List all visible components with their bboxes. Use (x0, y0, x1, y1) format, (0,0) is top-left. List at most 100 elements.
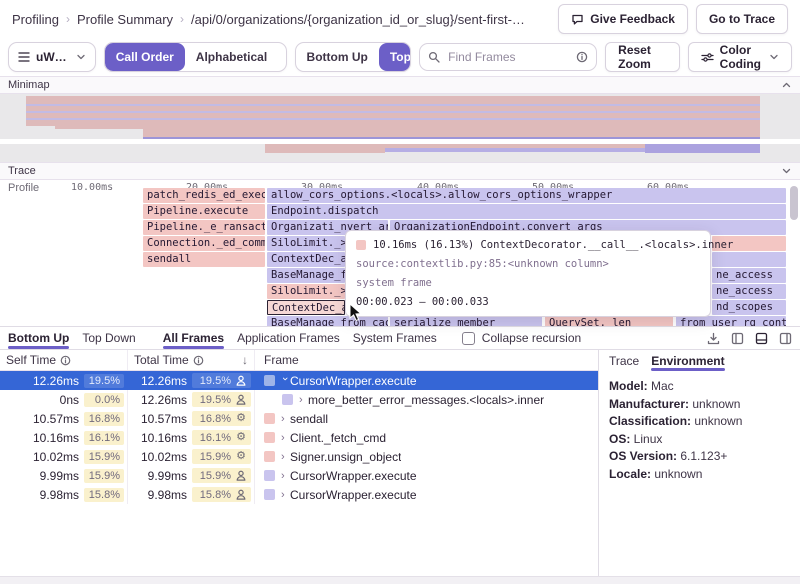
reset-zoom-button[interactable]: Reset Zoom (605, 42, 679, 72)
tab-trace[interactable]: Trace (609, 350, 639, 371)
chevron-down-icon[interactable] (781, 167, 792, 175)
minimap-shape (265, 144, 385, 153)
flame-frame[interactable]: Endpoint.dispatch (267, 204, 786, 219)
detail-label: OS: (609, 432, 630, 446)
total-time-percent: 15.8% (195, 489, 231, 501)
top-bar: Profiling › Profile Summary › /api/0/org… (0, 0, 800, 38)
search-input[interactable] (446, 49, 570, 65)
frame-name: Signer.unsign_object (290, 450, 401, 464)
expand-caret-icon[interactable]: › (281, 432, 290, 444)
flame-frame[interactable]: sendall (143, 252, 265, 267)
detail-label: Classification: (609, 414, 691, 428)
frame-tooltip: 10.16ms (16.13%) ContextDecorator.__call… (345, 230, 711, 317)
sort-left-heavy[interactable]: Left Heavy (278, 43, 286, 71)
info-icon (576, 51, 588, 63)
table-row[interactable]: 10.57ms16.8%10.57ms16.8%⚙›sendall (0, 409, 598, 428)
tab-environment[interactable]: Environment (651, 350, 724, 371)
tab-top-down[interactable]: Top Down (82, 327, 135, 349)
total-time-percent-group: 16.1%⚙ (192, 430, 251, 445)
flame-frame[interactable]: nd_scopes (712, 300, 786, 315)
download-icon[interactable] (707, 332, 720, 345)
self-time-percent: 16.8% (84, 412, 124, 426)
frame-color-swatch (264, 489, 275, 500)
total-time-percent-group: 15.8% (192, 487, 251, 502)
flame-frame[interactable]: Pipeline._e_ransaction (143, 220, 265, 235)
direction-top-down[interactable]: Top Down (379, 43, 411, 71)
flame-frame[interactable]: allow_cors_options.<locals>.allow_cors_o… (267, 188, 786, 203)
flame-frame[interactable] (712, 252, 786, 267)
table-row[interactable]: 10.02ms15.9%10.02ms15.9%⚙›Signer.unsign_… (0, 447, 598, 466)
minimap-canvas[interactable] (0, 94, 800, 162)
self-time-value: 12.26ms (33, 374, 79, 388)
color-coding-label: Color Coding (720, 43, 763, 71)
chevron-up-icon[interactable] (781, 81, 792, 89)
cell-frame: ›CursorWrapper.execute (255, 466, 598, 485)
feedback-icon (571, 13, 584, 26)
collapse-recursion-control[interactable]: Collapse recursion (462, 331, 581, 345)
flame-frame[interactable]: serialize_member (390, 316, 542, 326)
flame-frame[interactable]: ContextDec_als>.i (267, 252, 345, 267)
tooltip-system-frame-note: system frame (356, 277, 700, 289)
table-row[interactable]: 10.16ms16.1%10.16ms16.1%⚙›Client._fetch_… (0, 428, 598, 447)
tab-bottom-up[interactable]: Bottom Up (8, 327, 69, 349)
table-row[interactable]: 12.26ms19.5%12.26ms19.5%›CursorWrapper.e… (0, 371, 598, 390)
flame-frame[interactable]: BaseManage_from_cache (267, 316, 388, 326)
flame-frame[interactable]: SiloLimit._>.over (267, 284, 345, 299)
collapse-caret-icon[interactable]: › (279, 376, 291, 385)
flame-frame[interactable]: ne_access (712, 268, 786, 283)
thread-selector[interactable]: uWSGIWor… (8, 42, 96, 72)
sort-direction-icon[interactable]: ↓ (242, 353, 248, 367)
minimap-header[interactable]: Minimap (0, 76, 800, 94)
flame-frame[interactable]: Connection._ed_command (143, 236, 265, 251)
horizontal-scrollbar[interactable] (0, 576, 800, 584)
sort-call-order[interactable]: Call Order (105, 43, 185, 71)
cell-total-time: 9.99ms15.9% (128, 466, 255, 485)
tab-all-frames[interactable]: All Frames (163, 327, 224, 349)
collapse-recursion-checkbox[interactable] (462, 332, 475, 345)
application-frame-icon (234, 374, 248, 387)
flame-frame[interactable]: SiloLimit._>.over (267, 236, 345, 251)
table-row[interactable]: 9.98ms15.8%9.98ms15.8%›CursorWrapper.exe… (0, 485, 598, 504)
flamegraph-scrollbar[interactable] (790, 186, 798, 220)
layout-right-panel-icon[interactable] (779, 332, 792, 345)
expand-caret-icon[interactable]: › (281, 451, 290, 463)
bottom-panel: Bottom Up Top Down All Frames Applicatio… (0, 326, 800, 584)
flame-frame[interactable]: patch_redis_ed_execute (143, 188, 265, 203)
layout-bottom-panel-icon[interactable] (755, 332, 768, 345)
column-header-frame[interactable]: Frame (255, 350, 598, 370)
expand-caret-icon[interactable]: › (281, 413, 290, 425)
flame-frame[interactable]: BaseManage_from_c (267, 268, 345, 283)
minimap-shape (645, 144, 760, 153)
expand-caret-icon[interactable]: › (299, 394, 308, 406)
flame-frame[interactable]: from_user_rq_context (676, 316, 786, 326)
breadcrumb-transaction: /api/0/organizations/{organization_id_or… (191, 12, 525, 27)
layout-left-panel-icon[interactable] (731, 332, 744, 345)
flame-frame[interactable]: Pipeline.execute (143, 204, 265, 219)
breadcrumb-profile-summary[interactable]: Profile Summary (77, 12, 173, 27)
column-header-total-time[interactable]: Total Time ↓ (128, 350, 255, 370)
top-actions: Give Feedback Go to Trace (558, 4, 788, 34)
sort-alphabetical[interactable]: Alphabetical (185, 43, 278, 71)
trace-header[interactable]: Trace (0, 162, 800, 180)
table-row[interactable]: 9.99ms15.9%9.99ms15.9%›CursorWrapper.exe… (0, 466, 598, 485)
tab-application-frames[interactable]: Application Frames (237, 327, 340, 349)
cell-total-time: 12.26ms19.5% (128, 371, 255, 390)
breadcrumb-profiling[interactable]: Profiling (12, 12, 59, 27)
expand-caret-icon[interactable]: › (281, 489, 290, 501)
flame-frame[interactable]: QuerySet._len (545, 316, 673, 326)
self-time-value: 9.98ms (40, 488, 79, 502)
table-row[interactable]: 0ns0.0%12.26ms19.5%›more_better_error_me… (0, 390, 598, 409)
tab-system-frames[interactable]: System Frames (353, 327, 437, 349)
column-header-self-time[interactable]: Self Time (0, 350, 128, 370)
give-feedback-button[interactable]: Give Feedback (558, 4, 688, 34)
find-frames-search[interactable] (419, 43, 597, 71)
flame-frame-selected[interactable]: ContextDec_als>.i (267, 300, 345, 315)
flame-frame[interactable]: ne_access (712, 284, 786, 299)
expand-caret-icon[interactable]: › (281, 470, 290, 482)
direction-bottom-up[interactable]: Bottom Up (296, 43, 379, 71)
color-coding-button[interactable]: Color Coding (688, 42, 792, 72)
self-time-value: 10.57ms (33, 412, 79, 426)
go-to-trace-button[interactable]: Go to Trace (696, 4, 788, 34)
frame-name: CursorWrapper.execute (290, 488, 417, 502)
cell-self-time: 9.98ms15.8% (0, 485, 128, 504)
